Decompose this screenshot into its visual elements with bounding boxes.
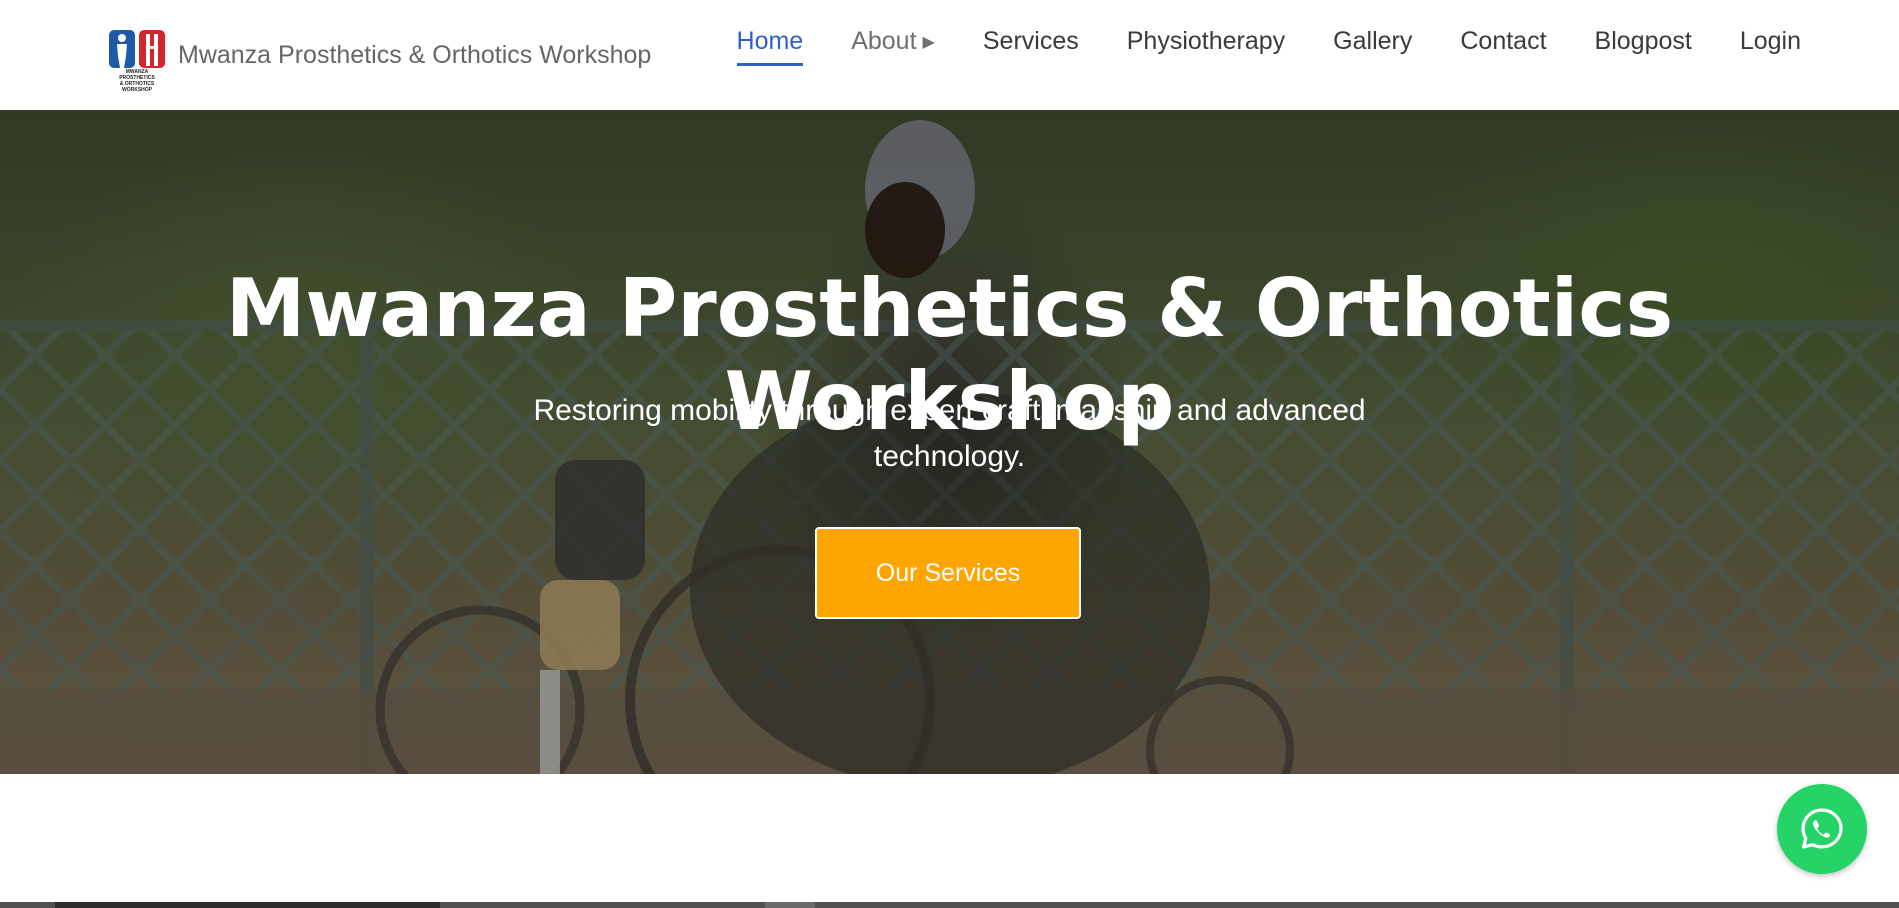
bottom-scrollbar <box>0 902 1899 908</box>
nav-login[interactable]: Login <box>1740 27 1801 62</box>
whatsapp-icon <box>1801 808 1843 849</box>
logo-text-line2: & ORTHOTICS WORKSHOP <box>119 81 155 93</box>
whatsapp-button[interactable] <box>1777 784 1867 874</box>
nav-gallery[interactable]: Gallery <box>1333 27 1412 62</box>
nav-contact[interactable]: Contact <box>1460 27 1546 62</box>
site-header: MWANZA PROSTHETICS & ORTHOTICS WORKSHOP … <box>0 0 1899 110</box>
nav-physiotherapy[interactable]: Physiotherapy <box>1127 27 1285 62</box>
nav-blogpost[interactable]: Blogpost <box>1595 27 1692 62</box>
hero-subtitle: Restoring mobility through expert crafts… <box>533 394 1366 473</box>
bottom-strip-segment <box>55 902 440 908</box>
bottom-strip-segment <box>765 902 815 908</box>
workshop-logo-icon: MWANZA PROSTHETICS & ORTHOTICS WORKSHOP <box>108 28 166 93</box>
caret-right-icon: ▶ <box>922 33 935 51</box>
nav-about[interactable]: About ▶ <box>851 27 935 62</box>
hero-section: Mwanza Prosthetics & Orthotics Workshop … <box>0 110 1899 774</box>
brand[interactable]: MWANZA PROSTHETICS & ORTHOTICS WORKSHOP … <box>108 28 651 93</box>
nav-home[interactable]: Home <box>736 27 803 66</box>
nav-about-label: About <box>851 26 917 55</box>
nav-services[interactable]: Services <box>983 27 1079 62</box>
brand-name[interactable]: Mwanza Prosthetics & Orthotics Workshop <box>178 41 651 70</box>
main-nav: Home About ▶ Services Physiotherapy Galle… <box>736 24 1801 66</box>
our-services-button[interactable]: Our Services <box>815 527 1081 619</box>
logo-text-line1: MWANZA PROSTHETICS <box>119 69 155 81</box>
